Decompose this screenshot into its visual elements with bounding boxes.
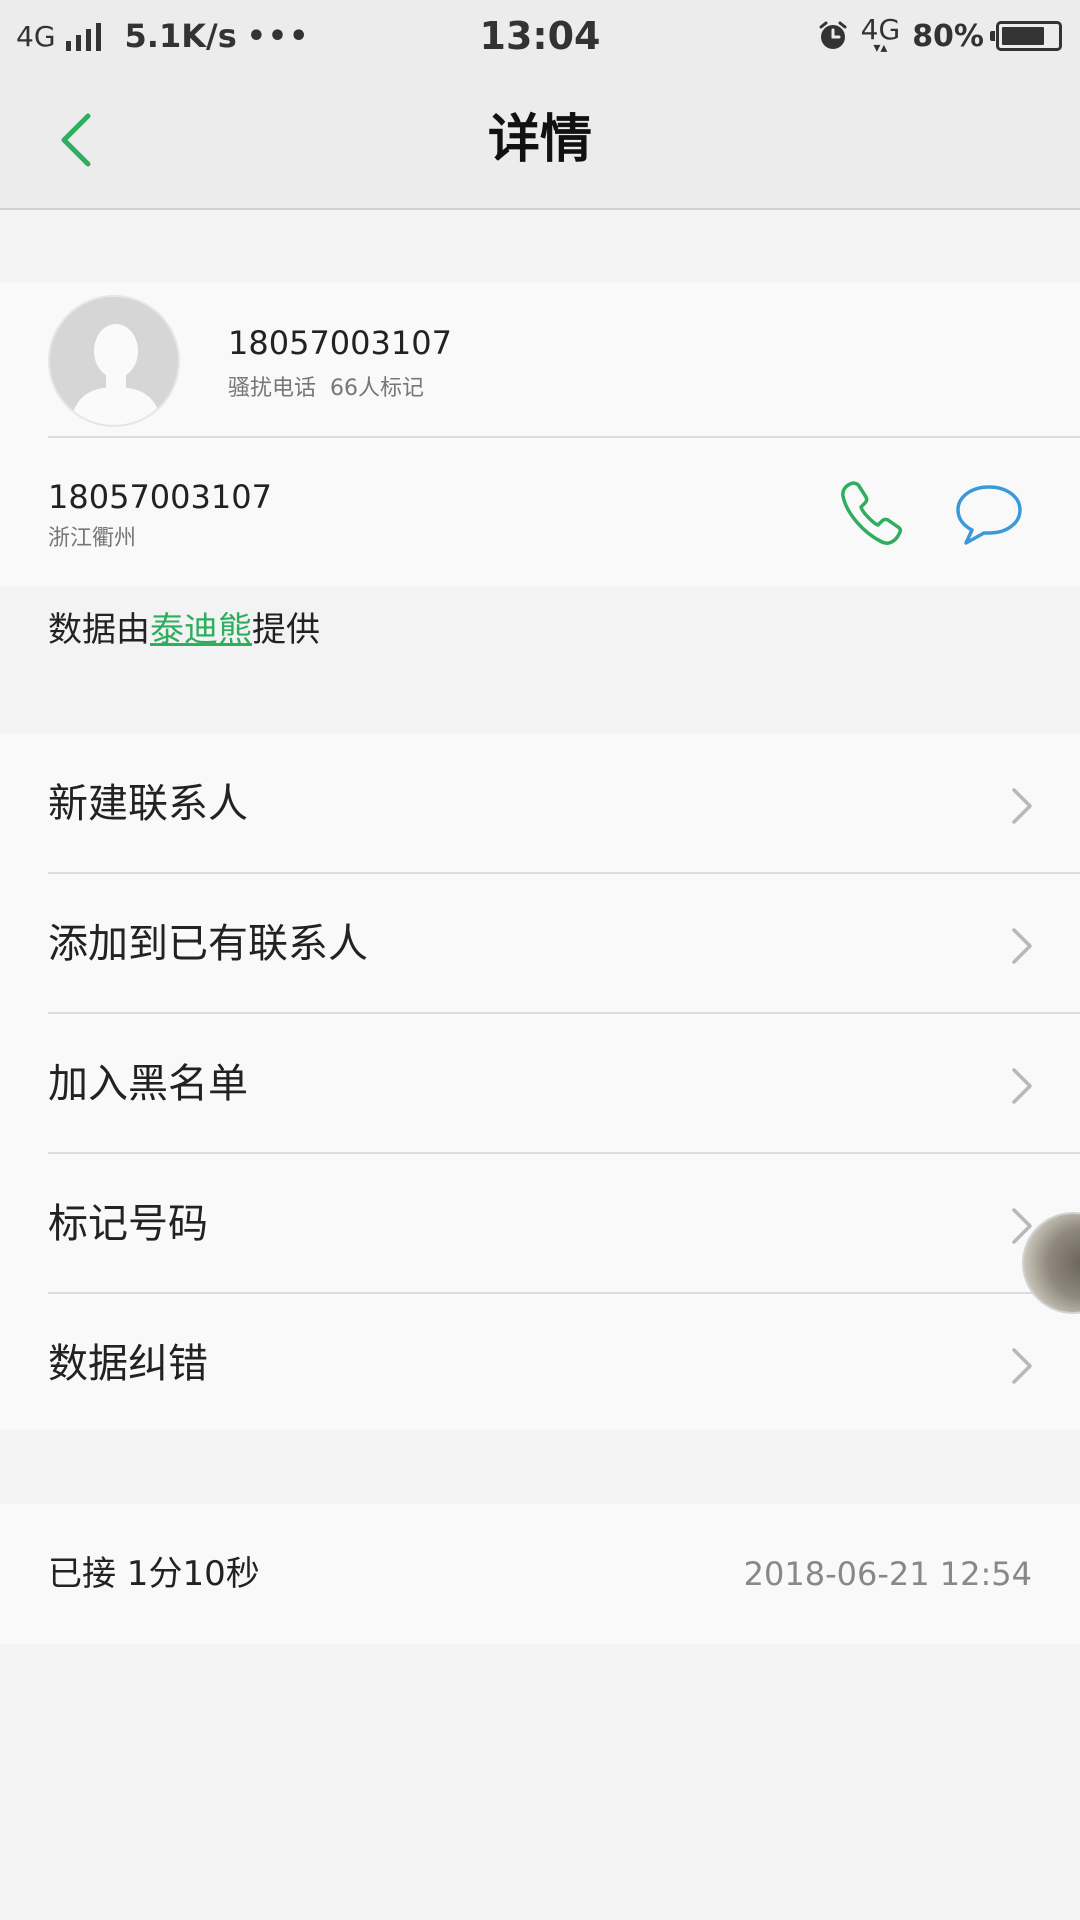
provider-suffix: 提供	[252, 610, 320, 650]
data-correction-item[interactable]: 数据纠错	[0, 1294, 1080, 1434]
menu-item-label: 新建联系人	[48, 781, 248, 827]
add-to-existing-contact-item[interactable]: 添加到已有联系人	[0, 874, 1080, 1014]
mobile-data-indicator: 4G ▾▴	[861, 16, 901, 56]
menu-item-label: 添加到已有联系人	[48, 921, 368, 967]
caller-card: 18057003107 骚扰电话 66人标记 18057003107 浙江衢州	[0, 282, 1080, 586]
message-bubble-icon	[956, 485, 1022, 545]
new-contact-item[interactable]: 新建联系人	[0, 734, 1080, 874]
default-avatar-icon	[70, 324, 162, 425]
chevron-right-icon	[1012, 1068, 1032, 1104]
battery-icon	[990, 21, 1062, 51]
phone-icon	[841, 481, 903, 545]
status-right: 4G ▾▴ 80%	[817, 0, 1062, 72]
message-button[interactable]	[954, 482, 1024, 548]
chevron-right-icon	[1012, 928, 1032, 964]
provider-link[interactable]: 泰迪熊	[150, 610, 252, 650]
menu-item-label: 标记号码	[48, 1201, 208, 1247]
provider-prefix: 数据由	[48, 610, 150, 650]
title-bar: 详情	[0, 72, 1080, 210]
call-button[interactable]	[836, 478, 908, 550]
caller-tag-line: 骚扰电话 66人标记	[228, 370, 424, 402]
call-status: 已接 1分10秒	[48, 1554, 260, 1594]
data-provider-note: 数据由泰迪熊提供	[48, 602, 320, 651]
spam-tag: 骚扰电话	[228, 376, 317, 401]
page-title: 详情	[487, 110, 592, 170]
chevron-right-icon	[1012, 788, 1032, 824]
add-to-blacklist-item[interactable]: 加入黑名单	[0, 1014, 1080, 1154]
caller-number: 18057003107	[228, 324, 452, 362]
battery-percent: 80%	[912, 18, 984, 54]
battery-fill	[1002, 27, 1044, 45]
menu-item-label: 数据纠错	[48, 1341, 208, 1387]
status-bar: 4G 5.1K/s ••• 13:04 4G ▾▴ 80%	[0, 0, 1080, 72]
alarm-icon	[819, 21, 847, 49]
phone-location: 浙江衢州	[48, 526, 137, 551]
mark-count: 66人标记	[330, 376, 425, 401]
action-menu: 新建联系人 添加到已有联系人 加入黑名单 标记号码 数据纠错	[0, 734, 1080, 1430]
chevron-right-icon	[1012, 1348, 1032, 1384]
mark-number-item[interactable]: 标记号码	[0, 1154, 1080, 1294]
avatar	[48, 295, 180, 427]
divider	[48, 436, 1080, 438]
call-datetime: 2018-06-21 12:54	[743, 1555, 1032, 1593]
menu-item-label: 加入黑名单	[48, 1061, 248, 1107]
phone-number: 18057003107	[48, 478, 272, 516]
call-record-row: 已接 1分10秒 2018-06-21 12:54	[0, 1504, 1080, 1644]
